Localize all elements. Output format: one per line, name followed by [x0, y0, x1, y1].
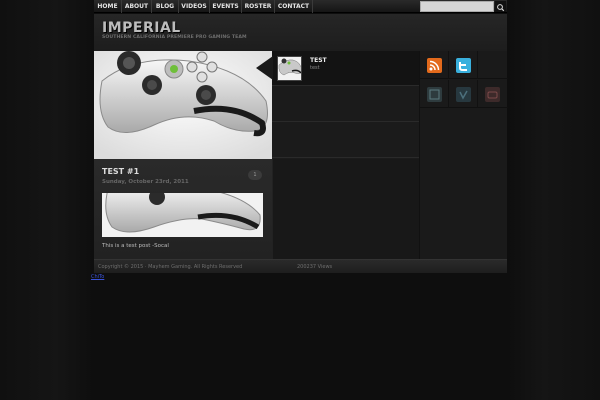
blog-post: TEST #1 Sunday, October 23rd, 2011 1 Thi…: [94, 159, 272, 259]
sidebar-cell: [478, 51, 507, 79]
search-icon: [497, 4, 505, 12]
sidebar-cell: [449, 80, 478, 108]
nav-about[interactable]: ABOUT: [122, 0, 152, 13]
nav-roster[interactable]: ROSTER: [242, 0, 275, 13]
sidebar-social-row: [420, 51, 508, 79]
site-header: IMPERIAL SOUTHERN CALIFORNIA PREMIERE PR…: [94, 14, 507, 51]
featured-list: TEST test: [272, 51, 419, 159]
nav-blog[interactable]: BLOG: [152, 0, 179, 13]
page-background-right: [507, 0, 600, 400]
sidebar-cell: [420, 80, 449, 108]
copyright-text: Copyright © 2015 · Mayhem Gaming. All Ri…: [98, 264, 243, 270]
post-excerpt: This is a test post -Socal: [102, 243, 169, 249]
sidebar-cell: [420, 51, 449, 79]
youtube-icon[interactable]: [485, 87, 500, 102]
sidebar-social-row: [420, 80, 508, 108]
site-footer: Copyright © 2015 · Mayhem Gaming. All Ri…: [94, 259, 507, 273]
empty-post-column: [272, 159, 419, 259]
featured-list-item[interactable]: TEST test: [272, 51, 419, 86]
post-date: Sunday, October 23rd, 2011: [102, 179, 189, 185]
controller-thumb-image: [278, 57, 301, 80]
featured-slide-image[interactable]: [94, 51, 272, 159]
featured-item-title: TEST: [310, 57, 327, 64]
rss-icon[interactable]: [427, 58, 442, 73]
view-counter: 200237 Views: [297, 264, 333, 270]
controller-post-image: [102, 193, 263, 237]
sidebar-cell: [449, 51, 478, 79]
vimeo-icon[interactable]: [456, 87, 471, 102]
comment-count-badge[interactable]: 1: [248, 170, 262, 180]
footer-external-link[interactable]: ChiTo: [91, 274, 104, 280]
nav-videos[interactable]: VIDEOS: [179, 0, 210, 13]
post-image[interactable]: [102, 193, 263, 237]
nav-contact[interactable]: CONTACT: [275, 0, 313, 13]
main-navigation: HOME ABOUT BLOG VIDEOS EVENTS ROSTER CON…: [94, 0, 507, 13]
site-tagline: SOUTHERN CALIFORNIA PREMIERE PRO GAMING …: [102, 35, 247, 40]
site-logo[interactable]: IMPERIAL: [102, 20, 181, 36]
featured-list-empty-slot: [272, 123, 419, 158]
featured-pointer-arrow: [256, 56, 273, 80]
search-input[interactable]: [420, 1, 494, 12]
featured-item-subtitle: test: [310, 65, 320, 71]
twitter-icon[interactable]: [456, 58, 471, 73]
post-title[interactable]: TEST #1: [102, 167, 139, 176]
sidebar: [419, 51, 508, 259]
page-background-left: [0, 0, 94, 400]
controller-image: [94, 51, 272, 159]
featured-thumbnail: [277, 56, 302, 81]
nav-events[interactable]: EVENTS: [210, 0, 242, 13]
nav-home[interactable]: HOME: [94, 0, 122, 13]
site-wrapper: HOME ABOUT BLOG VIDEOS EVENTS ROSTER CON…: [94, 0, 508, 400]
facebook-icon[interactable]: [427, 87, 442, 102]
sidebar-cell: [478, 80, 507, 108]
search-button[interactable]: [495, 1, 506, 12]
featured-list-empty-slot: [272, 87, 419, 122]
